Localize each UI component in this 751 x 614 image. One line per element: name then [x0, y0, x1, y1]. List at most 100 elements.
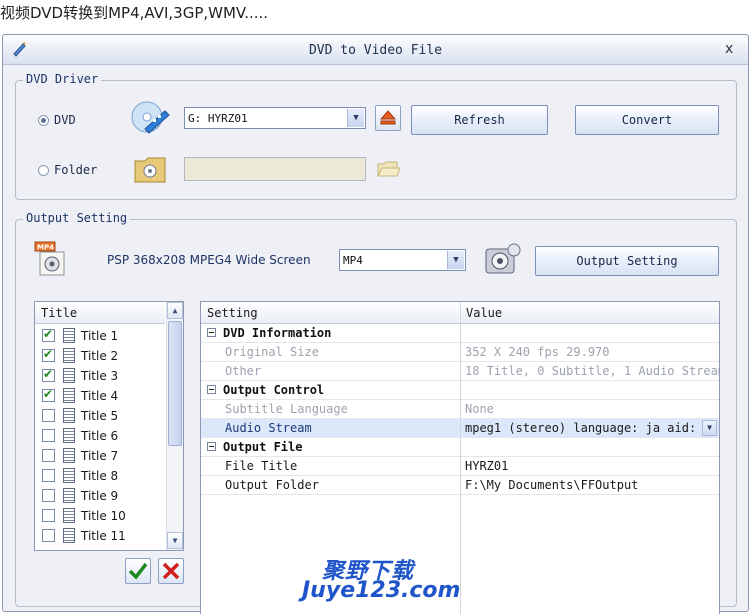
collapse-icon[interactable] — [207, 442, 216, 451]
list-item[interactable]: Title 1 — [35, 326, 165, 346]
title-label: Title 11 — [81, 529, 126, 543]
profile-text: PSP 368x208 MPEG4 Wide Screen — [107, 253, 311, 267]
title-list-header-label: Title — [41, 306, 78, 320]
title-bar[interactable]: DVD to Video File x — [3, 35, 748, 65]
title-checkbox[interactable] — [42, 347, 55, 362]
setting-name: Output Folder — [225, 478, 319, 492]
title-label: Title 8 — [81, 469, 119, 483]
drive-select-value: G: HYRZ01 — [188, 112, 248, 125]
list-item[interactable]: Title 11 — [35, 526, 165, 546]
document-icon — [63, 328, 75, 343]
output-settings-icon — [485, 243, 521, 274]
format-select[interactable]: MP4 ▼ — [339, 249, 466, 271]
title-checkbox[interactable] — [42, 529, 55, 542]
title-checkbox[interactable] — [42, 409, 55, 422]
document-icon — [63, 428, 75, 443]
list-item[interactable]: Title 4 — [35, 386, 165, 406]
scroll-thumb[interactable] — [168, 321, 182, 446]
list-item[interactable]: Title 10 — [35, 506, 165, 526]
document-icon — [63, 388, 75, 403]
document-icon — [63, 488, 75, 503]
collapse-icon[interactable] — [207, 328, 216, 337]
title-checkbox[interactable] — [42, 509, 55, 522]
setting-value: HYRZ01 — [465, 459, 509, 473]
scroll-down-icon[interactable]: ▼ — [167, 532, 183, 549]
scroll-up-icon[interactable]: ▲ — [167, 302, 183, 319]
document-icon — [63, 348, 75, 363]
value-column-header[interactable]: Value — [466, 306, 502, 320]
refresh-button[interactable]: Refresh — [411, 105, 548, 135]
convert-button[interactable]: Convert — [575, 105, 719, 135]
eject-button[interactable] — [375, 105, 401, 131]
title-label: Title 9 — [81, 489, 119, 503]
chevron-down-icon[interactable]: ▼ — [347, 109, 364, 127]
dvd-driver-group — [15, 80, 737, 200]
title-list-scrollbar[interactable]: ▲ ▼ — [166, 302, 183, 550]
check-icon — [128, 562, 148, 580]
title-checkbox[interactable] — [42, 327, 55, 342]
setting-value: None — [465, 402, 494, 416]
watermark-site: Juye123.com — [302, 578, 461, 603]
title-label: Title 10 — [81, 509, 126, 523]
setting-name: Output Control — [223, 383, 325, 397]
list-item[interactable]: Title 3 — [35, 366, 165, 386]
cancel-button[interactable] — [158, 558, 184, 584]
title-label: Title 5 — [81, 409, 119, 423]
browse-folder-icon — [377, 161, 401, 177]
title-checkbox[interactable] — [42, 429, 55, 442]
drive-select[interactable]: G: HYRZ01 ▼ — [184, 107, 366, 129]
title-label: Title 6 — [81, 429, 119, 443]
confirm-button[interactable] — [125, 558, 151, 584]
list-item[interactable]: Title 5 — [35, 406, 165, 426]
setting-name: Output File — [223, 440, 303, 454]
mp4-file-icon: MP4 — [34, 241, 65, 276]
folder-icon — [134, 157, 166, 183]
title-label: Title 3 — [81, 369, 119, 383]
list-item[interactable]: Title 2 — [35, 346, 165, 366]
setting-name: Subtitle Language — [225, 402, 348, 416]
format-select-value: MP4 — [343, 254, 363, 267]
setting-name: Audio Stream — [225, 421, 312, 435]
close-icon[interactable]: x — [725, 41, 733, 57]
folder-radio-label: Folder — [54, 163, 98, 177]
dvd-radio-label: DVD — [54, 113, 76, 127]
setting-name: Other — [225, 364, 262, 378]
title-label: Title 4 — [81, 389, 119, 403]
setting-column-header[interactable]: Setting — [207, 306, 258, 320]
title-list[interactable]: Title Title 1 Title 2 Title 3 Title 4 Title … — [34, 301, 184, 551]
document-icon — [63, 368, 75, 383]
setting-value: 18 Title, 0 Subtitle, 1 Audio Stream — [465, 364, 720, 378]
eject-icon — [379, 110, 397, 125]
title-checkbox[interactable] — [42, 387, 55, 402]
column-divider[interactable] — [460, 302, 461, 614]
folder-path-field — [184, 157, 366, 181]
document-icon — [63, 448, 75, 463]
window-title: DVD to Video File — [308, 43, 443, 58]
list-item[interactable]: Title 9 — [35, 486, 165, 506]
title-checkbox[interactable] — [42, 449, 55, 462]
setting-name: Original Size — [225, 345, 319, 359]
mp4-badge-text: MP4 — [37, 244, 54, 252]
title-list-header[interactable]: Title — [35, 302, 165, 324]
dvd-radio[interactable] — [38, 115, 49, 126]
dvd-to-video-window: DVD to Video File x DVD Driver DVD G: HY… — [2, 34, 749, 614]
dvd-disc-icon — [131, 101, 170, 134]
output-setting-button[interactable]: Output Setting — [535, 246, 719, 276]
chevron-down-icon[interactable]: ▼ — [447, 251, 464, 269]
setting-name: DVD Information — [223, 326, 332, 340]
list-item[interactable]: Title 8 — [35, 466, 165, 486]
chevron-down-icon[interactable]: ▼ — [702, 420, 717, 436]
output-setting-legend: Output Setting — [23, 211, 131, 225]
title-label: Title 7 — [81, 449, 119, 463]
list-item[interactable]: Title 6 — [35, 426, 165, 446]
title-checkbox[interactable] — [42, 469, 55, 482]
cross-icon — [162, 562, 180, 580]
title-checkbox[interactable] — [42, 367, 55, 382]
title-checkbox[interactable] — [42, 489, 55, 502]
list-item[interactable]: Title 7 — [35, 446, 165, 466]
settings-grid[interactable]: Setting Value DVD Information Original Si… — [200, 301, 720, 614]
folder-radio[interactable] — [38, 165, 49, 176]
document-icon — [63, 468, 75, 483]
dvd-driver-legend: DVD Driver — [23, 72, 102, 86]
collapse-icon[interactable] — [207, 385, 216, 394]
